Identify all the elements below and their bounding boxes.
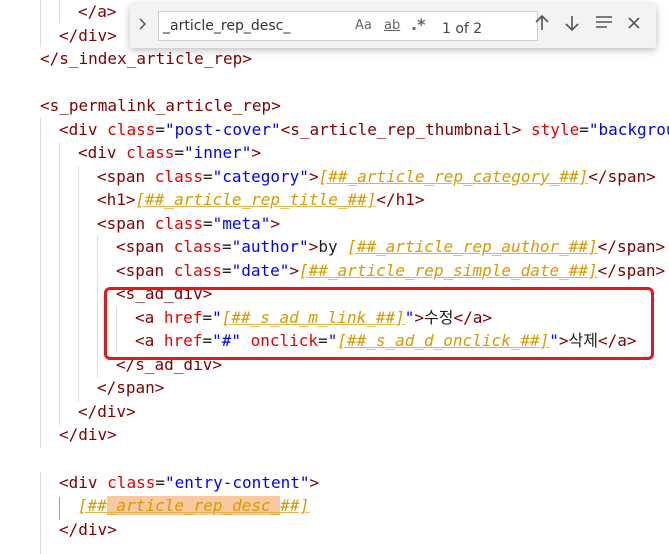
code-token: </span> <box>597 260 666 280</box>
indent-guide <box>59 142 60 425</box>
code-token: = <box>174 143 184 162</box>
code-token: "category" <box>212 166 309 186</box>
code-token: <span <box>97 213 155 233</box>
chevron-right-icon[interactable] <box>138 16 148 35</box>
code-token: = <box>221 260 232 280</box>
match-case-button[interactable]: Aa <box>355 18 372 33</box>
code-line: <span class="date">[##_article_rep_simpl… <box>116 259 665 283</box>
code-token: <div <box>59 119 108 139</box>
code-token: class <box>154 166 203 186</box>
template-variable: [## <box>78 496 107 515</box>
code-line: [##_article_rep_desc_##] <box>78 494 309 518</box>
code-token: </a> <box>78 2 117 21</box>
highlight-box <box>104 287 654 360</box>
code-token: "post-cover" <box>164 119 281 139</box>
arrow-down-icon[interactable] <box>564 14 580 37</box>
code-line: </s_index_article_rep> <box>40 47 252 71</box>
code-token: <s_article_rep_thumbnail> <box>280 119 532 139</box>
code-token: class <box>173 237 222 256</box>
code-token: "author" <box>231 237 309 256</box>
code-token: class <box>126 143 175 162</box>
use-regex-button[interactable]: .* <box>411 15 425 34</box>
code-token: = <box>579 119 589 139</box>
code-token: <span <box>97 166 155 186</box>
code-token: = <box>221 237 232 256</box>
code-token: "date" <box>231 260 290 280</box>
code-token: > <box>270 213 281 233</box>
template-variable: [##_article_rep_author_##] <box>347 237 598 256</box>
indent-guide <box>40 0 41 47</box>
code-token: > <box>308 166 319 186</box>
code-token: "meta" <box>212 213 271 233</box>
code-token: style <box>531 119 580 139</box>
code-token: </div> <box>59 519 117 539</box>
code-token: <span <box>116 237 174 256</box>
code-token: </s_index_article_rep> <box>40 49 252 68</box>
arrow-up-icon[interactable] <box>534 14 550 37</box>
code-token: "inner" <box>183 143 252 162</box>
code-token: "entry-content" <box>164 472 310 492</box>
indent-guide <box>97 236 98 378</box>
code-line: </a> <box>78 0 117 24</box>
code-line: </div> <box>78 400 136 424</box>
template-variable: ##] <box>280 496 310 515</box>
code-token: > <box>308 237 319 256</box>
code-line: </div> <box>59 24 117 48</box>
code-token: = <box>155 119 165 139</box>
code-line: <span class="meta"> <box>97 212 280 236</box>
code-token: "backgrou <box>588 119 669 139</box>
indent-guide <box>78 166 79 402</box>
code-token: </span> <box>97 378 165 397</box>
code-token: class <box>107 472 156 492</box>
code-token: <div <box>78 143 127 162</box>
code-token: </span> <box>588 166 656 186</box>
code-token: </span> <box>597 237 666 256</box>
code-token: <s_permalink_article_rep> <box>40 96 281 115</box>
code-token: class <box>173 260 222 280</box>
find-in-selection-icon[interactable] <box>595 14 613 35</box>
code-editor[interactable]: </a> </div> </s_index_article_rep> <s_pe… <box>0 0 669 554</box>
code-line: </span> <box>97 376 164 400</box>
code-token: </div> <box>59 25 117 45</box>
indent-guide <box>59 0 60 23</box>
code-line: <div class="post-cover"<s_article_rep_th… <box>59 118 669 142</box>
code-token: by <box>318 237 348 256</box>
find-query-text: _article_rep_desc_ <box>163 18 291 34</box>
find-widget: _article_rep_desc_ Aa ab .* 1 of 2 <box>130 4 656 48</box>
code-line: </div> <box>59 423 117 447</box>
code-token: </div> <box>78 401 136 421</box>
code-token: = <box>155 472 165 492</box>
match-count: 1 of 2 <box>442 21 483 37</box>
close-icon[interactable] <box>627 14 641 35</box>
code-line: </div> <box>59 518 117 542</box>
indent-guide <box>40 472 41 554</box>
code-token: <div <box>59 472 108 492</box>
template-variable: [##_article_rep_title_##] <box>135 190 377 209</box>
find-match-highlight: _article_rep_desc_ <box>106 496 281 515</box>
code-token: = <box>202 213 213 233</box>
template-variable: [##_article_rep_category_##] <box>318 166 589 186</box>
code-token: <span <box>116 260 174 280</box>
code-token: > <box>309 472 320 492</box>
code-line: <span class="category">[##_article_rep_c… <box>97 165 656 189</box>
code-token: > <box>251 143 262 162</box>
code-line: <s_permalink_article_rep> <box>40 94 281 118</box>
code-line: <div class="inner"> <box>78 141 261 165</box>
code-token: > <box>289 260 300 280</box>
code-line: <h1>[##_article_rep_title_##]</h1> <box>97 188 425 212</box>
code-token: = <box>202 166 213 186</box>
code-token: <h1> <box>97 190 136 209</box>
code-token: class <box>107 119 156 139</box>
code-token: </h1> <box>376 190 425 209</box>
code-token: class <box>154 213 203 233</box>
template-variable: [##_article_rep_simple_date_##] <box>299 260 598 280</box>
match-whole-word-button[interactable]: ab <box>384 18 400 33</box>
code-line: <div class="entry-content"> <box>59 471 319 495</box>
indent-guide <box>40 118 41 448</box>
code-line: <span class="author">by [##_article_rep_… <box>116 235 665 259</box>
code-token: </div> <box>59 425 117 444</box>
